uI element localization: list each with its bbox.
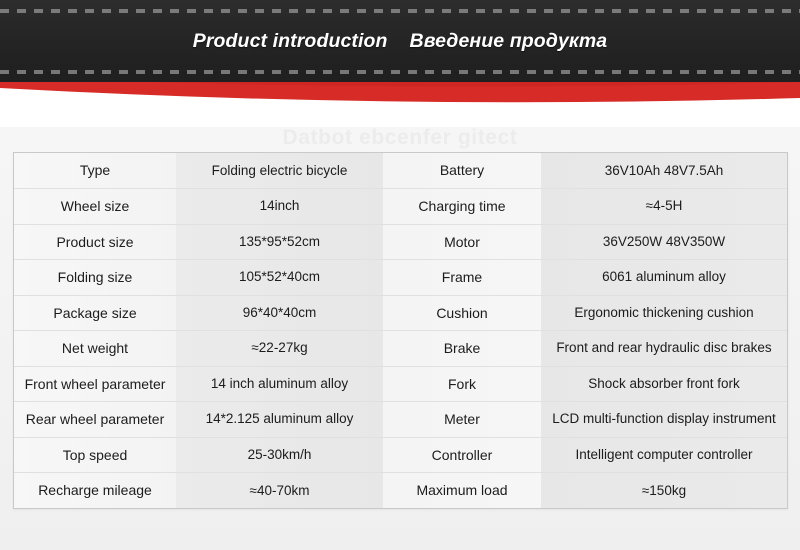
spec-value: 6061 aluminum alloy bbox=[541, 259, 787, 296]
title-english: Product introduction bbox=[192, 29, 388, 52]
spec-label: Battery bbox=[383, 153, 541, 189]
table-row: Front wheel parameter 14 inch aluminum a… bbox=[14, 366, 787, 402]
spec-value: Intelligent computer controller bbox=[541, 437, 787, 473]
spec-label: Package size bbox=[14, 295, 176, 331]
table-row: Net weight ≈22-27kg Brake Front and rear… bbox=[14, 330, 787, 367]
spec-value: 36V10Ah 48V7.5Ah bbox=[541, 153, 787, 189]
spec-value: Shock absorber front fork bbox=[541, 366, 787, 402]
table-row: Wheel size 14inch Charging time ≈4-5H bbox=[14, 188, 787, 225]
watermark-text: Datbot ebcenfer gitect bbox=[282, 126, 518, 149]
specification-table-wrapper: Type Folding electric bicycle Battery 36… bbox=[13, 152, 788, 509]
header-banner: Product introduction Введение продукта bbox=[0, 0, 800, 82]
spec-label: Fork bbox=[383, 366, 541, 402]
banner-title: Product introduction Введение продукта bbox=[0, 0, 800, 82]
spec-value: 96*40*40cm bbox=[176, 295, 383, 331]
spec-label: Frame bbox=[383, 259, 541, 296]
spec-value: ≈40-70km bbox=[176, 472, 383, 508]
table-row: Product size 135*95*52cm Motor 36V250W 4… bbox=[14, 224, 787, 260]
spec-label: Rear wheel parameter bbox=[14, 401, 176, 438]
spec-label: Cushion bbox=[383, 295, 541, 331]
spec-value: 36V250W 48V350W bbox=[541, 224, 787, 260]
spec-label: Recharge mileage bbox=[14, 472, 176, 508]
spec-value: LCD multi-function display instrument bbox=[541, 401, 787, 438]
table-row: Rear wheel parameter 14*2.125 aluminum a… bbox=[14, 401, 787, 438]
spec-value: 25-30km/h bbox=[176, 437, 383, 473]
table-row: Type Folding electric bicycle Battery 36… bbox=[14, 153, 787, 189]
spec-value: ≈150kg bbox=[541, 472, 787, 508]
table-row: Recharge mileage ≈40-70km Maximum load ≈… bbox=[14, 472, 787, 508]
table-row: Top speed 25-30km/h Controller Intellige… bbox=[14, 437, 787, 473]
spec-value: 14*2.125 aluminum alloy bbox=[176, 401, 383, 438]
table-row: Folding size 105*52*40cm Frame 6061 alum… bbox=[14, 259, 787, 296]
spec-value: Front and rear hydraulic disc brakes bbox=[541, 330, 787, 367]
spec-label: Folding size bbox=[14, 259, 176, 296]
specification-table: Type Folding electric bicycle Battery 36… bbox=[14, 153, 787, 508]
product-introduction-page: Product introduction Введение продукта D… bbox=[0, 0, 800, 550]
spec-label: Net weight bbox=[14, 330, 176, 367]
specification-table-body: Type Folding electric bicycle Battery 36… bbox=[14, 153, 787, 508]
title-russian: Введение продукта bbox=[409, 29, 608, 52]
table-row: Package size 96*40*40cm Cushion Ergonomi… bbox=[14, 295, 787, 331]
spec-label: Maximum load bbox=[383, 472, 541, 508]
spec-label: Meter bbox=[383, 401, 541, 438]
spec-label: Product size bbox=[14, 224, 176, 260]
spec-label: Front wheel parameter bbox=[14, 366, 176, 402]
spec-label: Motor bbox=[383, 224, 541, 260]
spec-value: 105*52*40cm bbox=[176, 259, 383, 296]
spec-label: Charging time bbox=[383, 188, 541, 225]
spec-label: Controller bbox=[383, 437, 541, 473]
spec-value: ≈4-5H bbox=[541, 188, 787, 225]
spec-label: Top speed bbox=[14, 437, 176, 473]
spec-value: 14inch bbox=[176, 188, 383, 225]
spec-label: Brake bbox=[383, 330, 541, 367]
spec-label: Wheel size bbox=[14, 188, 176, 225]
spec-value: ≈22-27kg bbox=[176, 330, 383, 367]
spec-value: Ergonomic thickening cushion bbox=[541, 295, 787, 331]
spec-value: 14 inch aluminum alloy bbox=[176, 366, 383, 402]
spec-label: Type bbox=[14, 153, 176, 189]
spec-value: 135*95*52cm bbox=[176, 224, 383, 260]
spec-value: Folding electric bicycle bbox=[176, 153, 383, 189]
